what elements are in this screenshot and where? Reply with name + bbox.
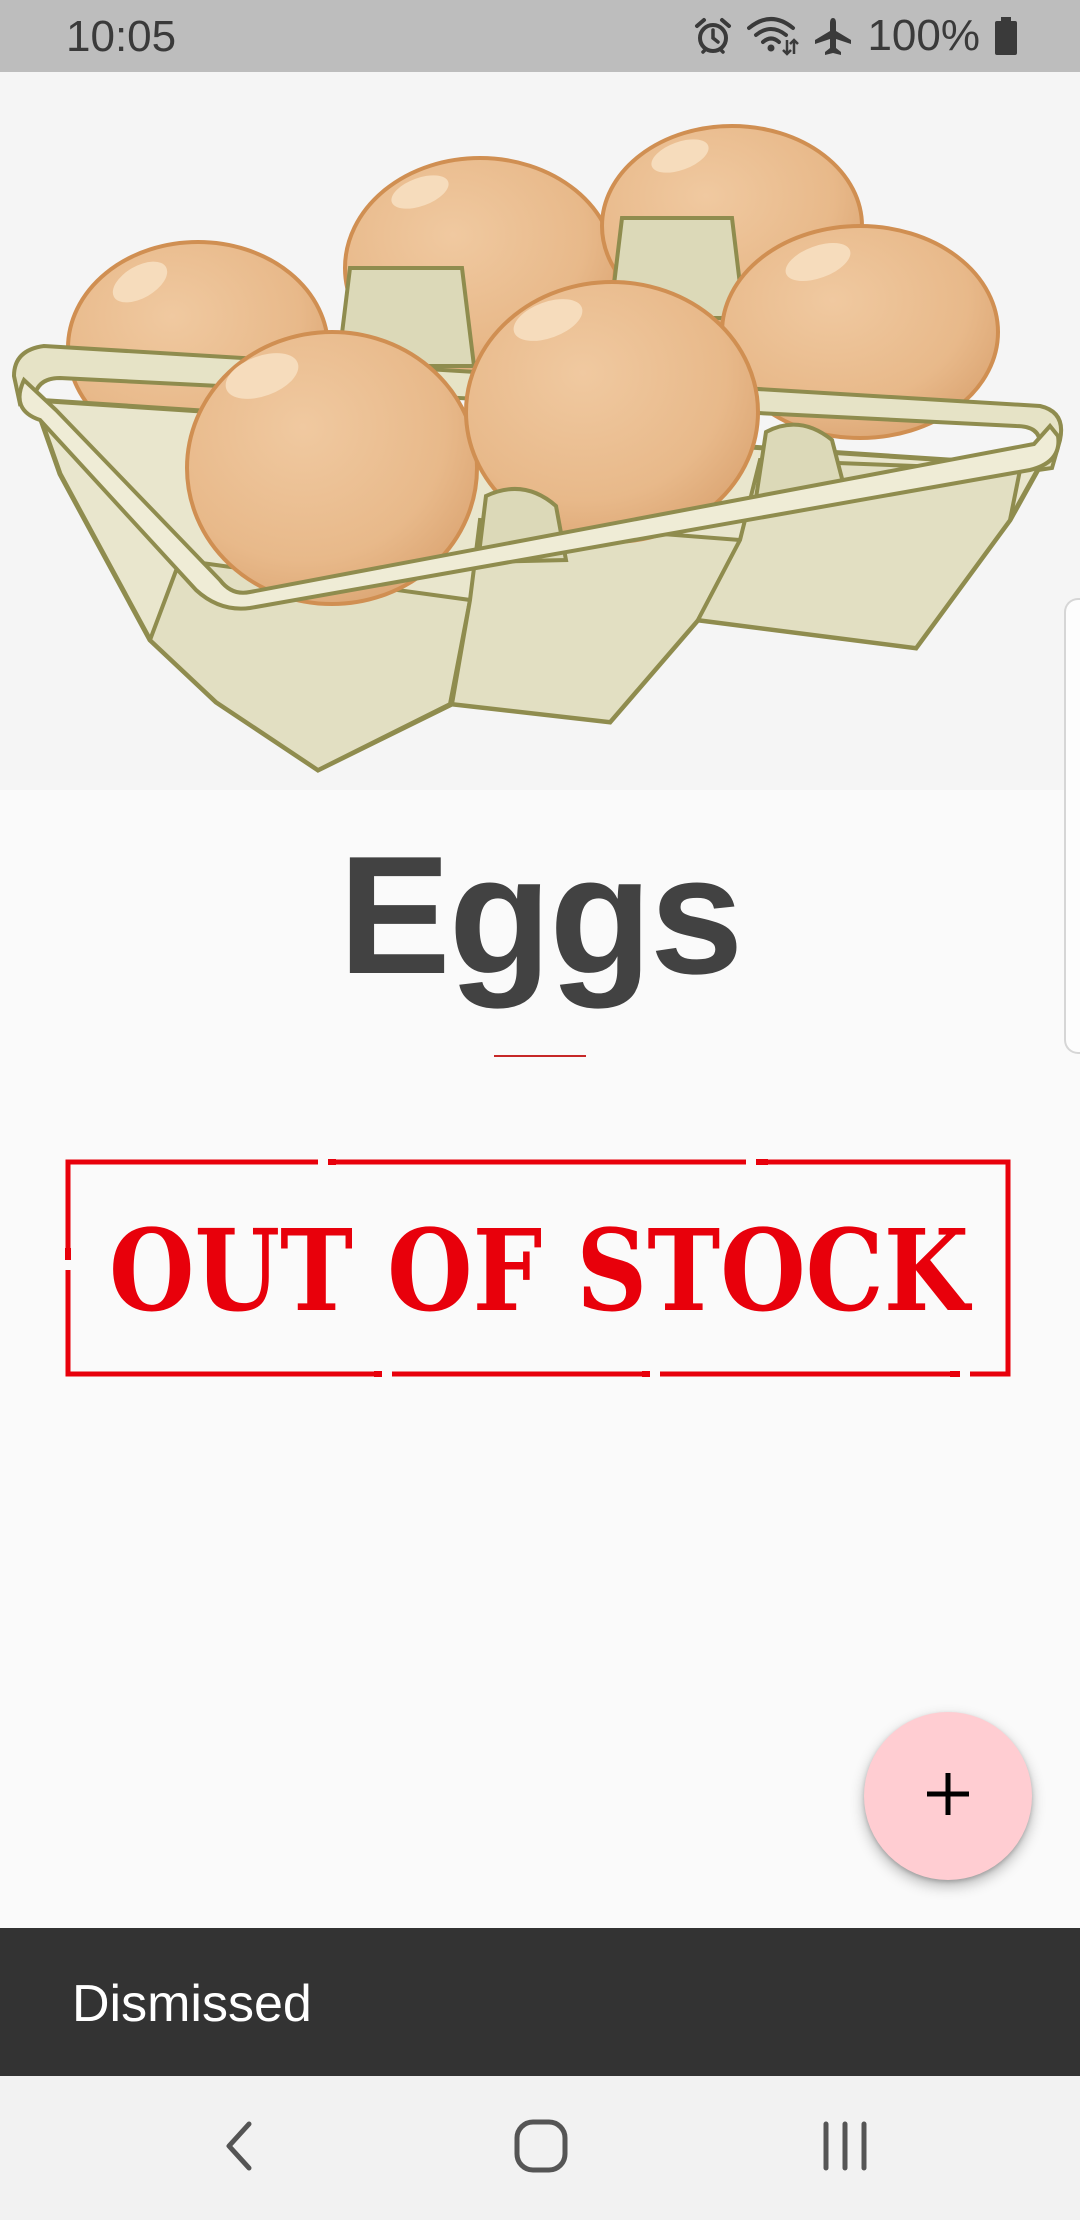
home-button[interactable]: [496, 2106, 586, 2190]
wifi-icon: [747, 16, 800, 56]
alarm-icon: [693, 16, 733, 56]
back-icon: [219, 2118, 259, 2179]
plus-icon: [925, 1771, 971, 1822]
status-bar: 10:05 100%: [0, 0, 1080, 72]
snackbar-message: Dismissed: [72, 1975, 312, 2033]
navigation-bar: [0, 2076, 1080, 2220]
screen: 10:05 100% Eggs OUT OF STOCK Dismissed: [0, 0, 1080, 2220]
title-divider: [494, 1055, 586, 1057]
snackbar: Dismissed: [0, 1928, 1080, 2076]
recents-icon: [820, 2118, 870, 2179]
status-icons: 100%: [693, 10, 1018, 62]
stock-status-text: OUT OF STOCK: [109, 1206, 972, 1337]
out-of-stock-stamp: OUT OF STOCK: [64, 1154, 1014, 1384]
product-name: Eggs: [338, 821, 744, 1009]
add-button[interactable]: [864, 1712, 1032, 1880]
recents-button[interactable]: [800, 2106, 890, 2190]
product-image: [0, 72, 1080, 790]
airplane-icon: [813, 16, 853, 56]
egg-carton-illustration: [11, 124, 1063, 773]
battery-icon: [994, 16, 1018, 56]
status-time: 10:05: [66, 12, 177, 61]
home-icon: [513, 2118, 569, 2179]
battery-level: 100%: [867, 11, 980, 60]
back-button[interactable]: [194, 2106, 284, 2190]
